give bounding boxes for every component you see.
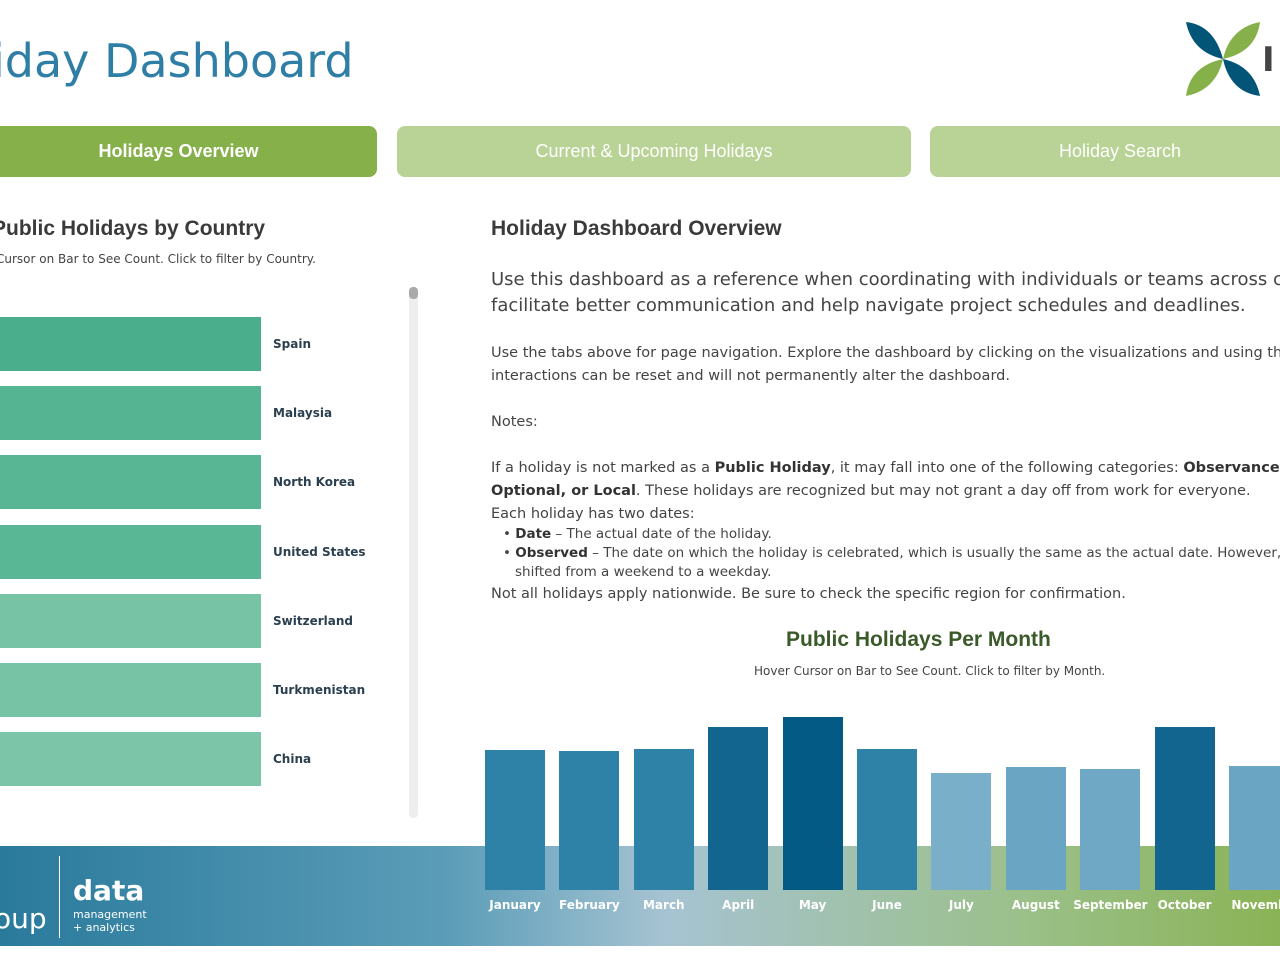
t: . These holidays are recognized but may … <box>635 483 1251 499</box>
t: Observed <box>515 545 588 561</box>
note-paragraph-3: Each holiday has two dates: <box>491 506 695 522</box>
month-bar[interactable] <box>782 717 843 890</box>
month-bar[interactable] <box>1080 769 1141 890</box>
logo-text: I <box>1262 40 1275 80</box>
tab-current-upcoming[interactable]: Current & Upcoming Holidays <box>397 126 911 177</box>
month-label: September <box>1073 898 1148 912</box>
country-label: United States <box>273 544 366 559</box>
bullet-observed-cont: shifted from a weekend to a weekday. <box>515 564 772 580</box>
company-logo <box>1186 22 1260 96</box>
t: , it may fall into one of the following … <box>830 460 1184 476</box>
month-bar[interactable] <box>485 750 545 890</box>
tab-holiday-search[interactable]: Holiday Search <box>930 126 1280 177</box>
month-chart-title: Public Holidays Per Month <box>786 628 1051 651</box>
country-label: Turkmenistan <box>273 683 366 697</box>
t: management <box>73 908 147 921</box>
t: + analytics <box>73 921 135 934</box>
scrollbar[interactable] <box>409 288 418 818</box>
intro-line-2: facilitate better communication and help… <box>491 295 1246 316</box>
bullet-date: • Date – The actual date of the holiday. <box>503 526 772 542</box>
t: – The actual date of the holiday. <box>551 526 772 542</box>
month-label: October <box>1157 898 1212 912</box>
note-paragraph-4: Not all holidays apply nationwide. Be su… <box>491 586 1126 602</box>
month-label: June <box>872 898 902 912</box>
nav-line-2: interactions can be reset and will not p… <box>491 368 1010 384</box>
month-label: April <box>722 898 755 912</box>
country-chart-subtitle: Cursor on Bar to See Count. Click to fil… <box>0 252 316 266</box>
month-label: January <box>489 898 541 912</box>
bullet-observed: • Observed – The date on which the holid… <box>503 544 1280 563</box>
note-paragraph-1: If a holiday is not marked as a Public H… <box>491 457 1280 480</box>
t: Public Holiday <box>714 460 831 476</box>
month-bar[interactable] <box>1229 766 1280 890</box>
country-label: Spain <box>273 337 311 351</box>
country-label: Malaysia <box>273 406 333 421</box>
country-label: North Korea <box>273 475 356 490</box>
month-label: Novemb <box>1231 898 1280 912</box>
month-label: March <box>642 898 685 912</box>
page-title: iday Dashboard <box>0 34 354 88</box>
month-label: February <box>559 898 620 912</box>
country-bar[interactable] <box>0 593 261 648</box>
month-label: August <box>1011 898 1060 912</box>
scrollbar-thumb[interactable] <box>409 287 418 299</box>
country-label: Switzerland <box>273 613 353 628</box>
brand-main: data <box>73 874 145 907</box>
month-chart-subtitle: Hover Cursor on Bar to See Count. Click … <box>754 664 1106 678</box>
month-bar[interactable] <box>1154 727 1215 890</box>
t: – The date on which the holiday is celeb… <box>587 545 1280 561</box>
month-label: July <box>948 898 974 912</box>
month-bar[interactable] <box>559 751 620 890</box>
country-label: China <box>273 752 312 767</box>
tab-holidays-overview[interactable]: Holidays Overview <box>0 126 377 177</box>
country-bar[interactable] <box>0 386 261 441</box>
country-bar[interactable] <box>0 524 261 579</box>
overview-title: Holiday Dashboard Overview <box>491 217 782 240</box>
country-chart-title: Public Holidays by Country <box>0 217 266 240</box>
notes-label: Notes: <box>491 414 538 430</box>
month-bar[interactable] <box>1005 767 1066 890</box>
month-bar[interactable] <box>708 727 769 890</box>
nav-line-1: Use the tabs above for page navigation. … <box>491 345 1280 361</box>
t: Optional, or Local <box>491 483 636 499</box>
country-bar[interactable] <box>0 732 261 787</box>
note-paragraph-2: Optional, or Local. These holidays are r… <box>491 480 1280 503</box>
month-bar[interactable] <box>931 773 992 890</box>
month-bar[interactable] <box>633 749 694 890</box>
country-bar[interactable] <box>0 663 261 717</box>
intro-line-1: Use this dashboard as a reference when c… <box>491 269 1280 290</box>
t: If a holiday is not marked as a <box>491 460 715 476</box>
month-bar[interactable] <box>857 749 917 890</box>
brand-sub: management + analytics <box>73 908 147 934</box>
country-bar[interactable] <box>0 455 261 510</box>
t: Date <box>515 526 552 542</box>
brand-left: oup <box>0 902 47 935</box>
t: Observance, Re <box>1183 460 1280 476</box>
month-label: May <box>798 898 827 912</box>
country-bar[interactable] <box>0 317 261 371</box>
